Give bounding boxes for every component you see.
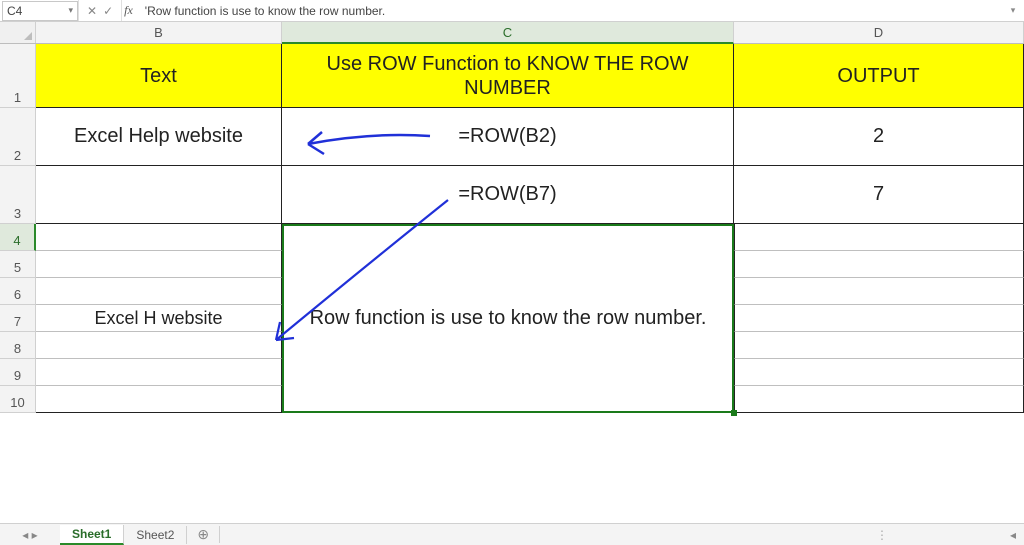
hscroll-left-icon[interactable]: ◂ [1010, 528, 1024, 542]
cell-B8[interactable] [36, 332, 282, 359]
row-header-1[interactable]: 1 [0, 44, 36, 108]
cell-B1[interactable]: Text [36, 44, 282, 108]
row-header-2[interactable]: 2 [0, 108, 36, 166]
column-headers: B C D [0, 22, 1024, 44]
column-header-B[interactable]: B [36, 22, 282, 43]
cell-D1[interactable]: OUTPUT [734, 44, 1024, 108]
column-header-D[interactable]: D [734, 22, 1024, 43]
cell-B3[interactable] [36, 166, 282, 224]
cell-C4-merged[interactable]: Row function is use to know the row numb… [282, 224, 734, 413]
fx-icon[interactable]: fx [122, 3, 139, 18]
sheet-tab-sheet2[interactable]: Sheet2 [124, 526, 187, 544]
row-header-7[interactable]: 7 [0, 305, 36, 332]
sheet-tab-bar: ◂ ▸ Sheet1 Sheet2 ⊕ ⋮ ◂ [0, 523, 1024, 545]
cell-B2[interactable]: Excel Help website [36, 108, 282, 166]
cell-D3[interactable]: 7 [734, 166, 1024, 224]
cell-C3[interactable]: =ROW(B7) [282, 166, 734, 224]
cell-D7[interactable] [734, 305, 1024, 332]
cell-D9[interactable] [734, 359, 1024, 386]
name-box[interactable]: C4 ▾ [2, 1, 78, 21]
formula-input[interactable]: 'Row function is use to know the row num… [139, 4, 1004, 18]
spreadsheet-grid[interactable]: 1 Text Use ROW Function to KNOW THE ROW … [0, 44, 1024, 413]
cell-D5[interactable] [734, 251, 1024, 278]
add-sheet-button[interactable]: ⊕ [187, 526, 220, 543]
cell-B7[interactable]: Excel H website [36, 305, 282, 332]
row-header-9[interactable]: 9 [0, 359, 36, 386]
select-all-corner[interactable] [0, 22, 36, 43]
sheet-tab-sheet1[interactable]: Sheet1 [60, 525, 124, 545]
cell-B4[interactable] [36, 224, 282, 251]
row-header-4[interactable]: 4 [0, 224, 36, 251]
formula-edit-controls: ✕ ✓ [78, 0, 122, 21]
sheet-nav-arrows[interactable]: ◂ ▸ [0, 528, 60, 542]
row-header-8[interactable]: 8 [0, 332, 36, 359]
cell-C1[interactable]: Use ROW Function to KNOW THE ROW NUMBER [282, 44, 734, 108]
row-header-3[interactable]: 3 [0, 166, 36, 224]
name-box-value: C4 [7, 4, 22, 18]
cell-C2[interactable]: =ROW(B2) [282, 108, 734, 166]
name-box-dropdown-icon[interactable]: ▾ [68, 5, 73, 16]
cell-D6[interactable] [734, 278, 1024, 305]
row-header-6[interactable]: 6 [0, 278, 36, 305]
row-header-10[interactable]: 10 [0, 386, 36, 413]
cell-B10[interactable] [36, 386, 282, 413]
cell-D4[interactable] [734, 224, 1024, 251]
column-header-C[interactable]: C [282, 22, 734, 44]
cell-B6[interactable] [36, 278, 282, 305]
cell-B5[interactable] [36, 251, 282, 278]
formula-bar: C4 ▾ ✕ ✓ fx 'Row function is use to know… [0, 0, 1024, 22]
cell-D10[interactable] [734, 386, 1024, 413]
row-header-5[interactable]: 5 [0, 251, 36, 278]
cancel-icon[interactable]: ✕ [87, 4, 97, 18]
formula-expand-icon[interactable]: ▾ [1004, 5, 1022, 16]
cell-D8[interactable] [734, 332, 1024, 359]
cell-D2[interactable]: 2 [734, 108, 1024, 166]
cell-B9[interactable] [36, 359, 282, 386]
tab-scroll-indicator: ⋮ [876, 528, 1010, 542]
accept-icon[interactable]: ✓ [103, 4, 113, 18]
